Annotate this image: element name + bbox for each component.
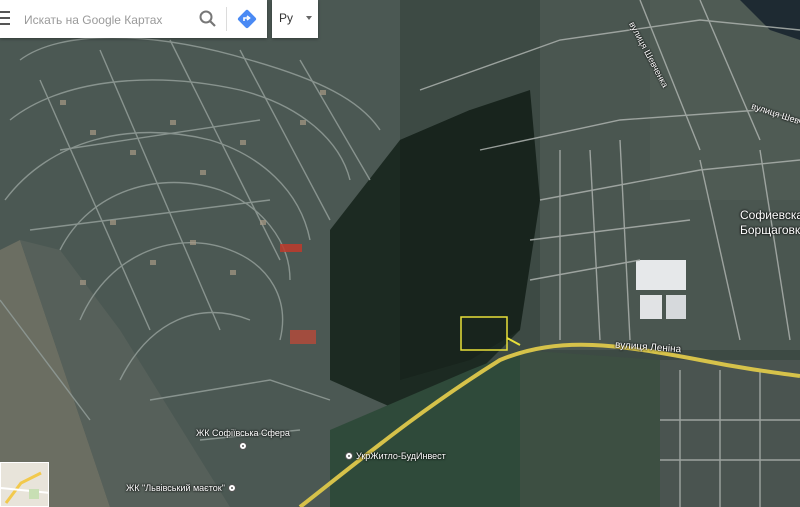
- language-label: Ру: [279, 11, 294, 25]
- magnifier-icon[interactable]: [198, 9, 218, 29]
- minimap-thumbnail: [1, 463, 48, 506]
- poi-lvivskyi-maietok[interactable]: ЖК "Львівський маєток": [126, 483, 236, 493]
- town-label: Софиевская Борщаговка: [740, 208, 800, 238]
- poi-ukrzhytlo-budinvest[interactable]: УкрЖитло-БудИнвест: [345, 451, 446, 461]
- poi-label: УкрЖитло-БудИнвест: [356, 451, 446, 461]
- language-select[interactable]: Ру: [272, 0, 318, 38]
- chevron-down-icon: [306, 16, 312, 20]
- poi-label: ЖК Софіївська Сфера: [196, 428, 290, 438]
- search-box: [0, 0, 267, 38]
- directions-icon[interactable]: [236, 8, 258, 30]
- minimap-toggle[interactable]: [0, 462, 49, 507]
- town-label-line1: Софиевская: [740, 208, 800, 222]
- search-divider: [226, 7, 227, 31]
- hamburger-menu-icon[interactable]: [0, 11, 10, 27]
- poi-marker-icon: [227, 484, 236, 492]
- satellite-imagery: [0, 0, 800, 507]
- poi-marker-icon: [345, 452, 353, 460]
- search-input[interactable]: [22, 9, 186, 31]
- poi-label: ЖК "Львівський маєток": [126, 483, 225, 493]
- map-canvas[interactable]: вулиця Леніна вулиця Шевченка вулиця Шев…: [0, 0, 800, 507]
- town-label-line2: Борщаговка: [740, 223, 800, 237]
- poi-sofiivska-sfera[interactable]: ЖК Софіївська Сфера: [196, 428, 290, 450]
- poi-marker-icon: [238, 442, 247, 450]
